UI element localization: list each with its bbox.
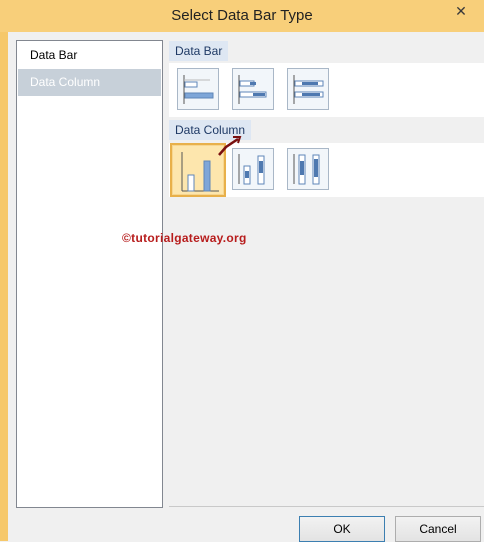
button-separator [169,506,484,507]
data-bar-type-2-icon [238,75,267,104]
data-column-type-3-icon [293,154,320,185]
watermark-text: ©tutorialgateway.org [122,231,247,245]
close-icon: ✕ [455,3,467,19]
category-item-data-column[interactable]: Data Column [18,69,161,96]
title-bar[interactable]: Select Data Bar Type ✕ [0,0,484,32]
data-bar-type-2-tile[interactable] [232,68,274,110]
data-bar-gallery [169,63,484,117]
data-bar-type-3-tile[interactable] [287,68,329,110]
type-gallery-panel: Data Bar Data Column [169,40,484,506]
data-bar-type-1-tile[interactable] [177,68,219,110]
dialog-body: Data Bar Data Column Data Bar Data Colum… [8,32,484,542]
category-list: Data Bar Data Column [16,40,163,508]
cancel-button[interactable]: Cancel [395,516,481,542]
data-bar-type-1-icon [183,75,214,104]
category-item-data-bar[interactable]: Data Bar [18,42,161,69]
ok-button[interactable]: OK [299,516,385,542]
dialog-title: Select Data Bar Type [171,7,313,24]
close-button[interactable]: ✕ [438,0,484,22]
dialog-window: Select Data Bar Type ✕ Data Bar Data Col… [0,0,484,542]
annotation-arrow-icon [218,136,242,156]
data-bar-type-3-icon [293,75,324,104]
section-header-data-bar: Data Bar [169,41,229,61]
data-column-type-3-tile[interactable] [287,148,329,190]
